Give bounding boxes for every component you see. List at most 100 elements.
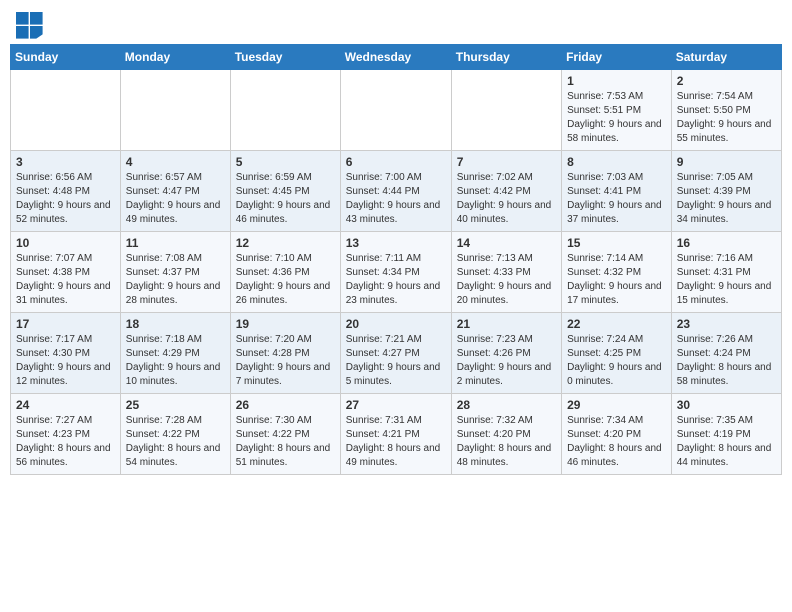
day-cell: 1Sunrise: 7:53 AM Sunset: 5:51 PM Daylig…	[562, 70, 672, 151]
day-info: Sunrise: 7:26 AM Sunset: 4:24 PM Dayligh…	[677, 333, 776, 389]
day-info: Sunrise: 7:13 AM Sunset: 4:33 PM Dayligh…	[457, 252, 556, 308]
day-cell: 26 Sunrise: 7:30 AM Sunset: 4:22 PM Dayli…	[230, 394, 340, 475]
day-info: Sunrise: 7:07 AM Sunset: 4:38 PM Dayligh…	[16, 252, 115, 308]
day-cell: 27 Sunrise: 7:31 AM Sunset: 4:21 PM Dayli…	[340, 394, 451, 475]
day-cell: 9 Sunrise: 7:05 AM Sunset: 4:39 PM Daylig…	[671, 151, 781, 232]
day-cell: 30 Sunrise: 7:35 AM Sunset: 4:19 PM Dayli…	[671, 394, 781, 475]
week-row-1: 1Sunrise: 7:53 AM Sunset: 5:51 PM Daylig…	[11, 70, 782, 151]
day-cell: 17 Sunrise: 7:17 AM Sunset: 4:30 PM Dayli…	[11, 313, 121, 394]
header-row: SundayMondayTuesdayWednesdayThursdayFrid…	[11, 45, 782, 70]
day-info: Sunrise: 7:20 AM Sunset: 4:28 PM Dayligh…	[236, 333, 335, 389]
day-number: 26	[236, 398, 335, 412]
day-cell: 15 Sunrise: 7:14 AM Sunset: 4:32 PM Dayli…	[562, 232, 672, 313]
day-info: Sunrise: 7:31 AM Sunset: 4:21 PM Dayligh…	[346, 414, 446, 470]
day-number: 14	[457, 236, 556, 250]
day-info: Sunrise: 7:17 AM Sunset: 4:30 PM Dayligh…	[16, 333, 115, 389]
day-cell: 28Sunrise: 7:32 AM Sunset: 4:20 PM Dayli…	[451, 394, 561, 475]
day-number: 24	[16, 398, 115, 412]
day-info: Sunrise: 7:02 AM Sunset: 4:42 PM Dayligh…	[457, 171, 556, 227]
day-number: 7	[457, 155, 556, 169]
day-cell: 7 Sunrise: 7:02 AM Sunset: 4:42 PM Daylig…	[451, 151, 561, 232]
day-number: 27	[346, 398, 446, 412]
day-cell: 23 Sunrise: 7:26 AM Sunset: 4:24 PM Dayli…	[671, 313, 781, 394]
day-header-saturday: Saturday	[671, 45, 781, 70]
day-info: Sunrise: 7:23 AM Sunset: 4:26 PM Dayligh…	[457, 333, 556, 389]
logo	[16, 12, 48, 40]
day-number: 3	[16, 155, 115, 169]
day-number: 25	[126, 398, 225, 412]
day-info: Sunrise: 6:56 AM Sunset: 4:48 PM Dayligh…	[16, 171, 115, 227]
day-cell: 12Sunrise: 7:10 AM Sunset: 4:36 PM Dayli…	[230, 232, 340, 313]
day-info: Sunrise: 7:08 AM Sunset: 4:37 PM Dayligh…	[126, 252, 225, 308]
day-number: 28	[457, 398, 556, 412]
day-number: 11	[126, 236, 225, 250]
day-number: 30	[677, 398, 776, 412]
day-info: Sunrise: 7:18 AM Sunset: 4:29 PM Dayligh…	[126, 333, 225, 389]
day-header-thursday: Thursday	[451, 45, 561, 70]
day-number: 23	[677, 317, 776, 331]
day-info: Sunrise: 6:59 AM Sunset: 4:45 PM Dayligh…	[236, 171, 335, 227]
calendar-table: SundayMondayTuesdayWednesdayThursdayFrid…	[10, 44, 782, 475]
day-header-wednesday: Wednesday	[340, 45, 451, 70]
day-cell: 11 Sunrise: 7:08 AM Sunset: 4:37 PM Dayli…	[120, 232, 230, 313]
day-number: 17	[16, 317, 115, 331]
day-info: Sunrise: 7:00 AM Sunset: 4:44 PM Dayligh…	[346, 171, 446, 227]
day-number: 4	[126, 155, 225, 169]
day-cell: 25 Sunrise: 7:28 AM Sunset: 4:22 PM Dayli…	[120, 394, 230, 475]
day-info: Sunrise: 7:03 AM Sunset: 4:41 PM Dayligh…	[567, 171, 666, 227]
day-cell: 20 Sunrise: 7:21 AM Sunset: 4:27 PM Dayli…	[340, 313, 451, 394]
week-row-4: 17 Sunrise: 7:17 AM Sunset: 4:30 PM Dayli…	[11, 313, 782, 394]
day-info: Sunrise: 7:05 AM Sunset: 4:39 PM Dayligh…	[677, 171, 776, 227]
day-cell	[230, 70, 340, 151]
day-number: 21	[457, 317, 556, 331]
day-header-monday: Monday	[120, 45, 230, 70]
day-cell: 4 Sunrise: 6:57 AM Sunset: 4:47 PM Daylig…	[120, 151, 230, 232]
day-cell: 2 Sunrise: 7:54 AM Sunset: 5:50 PM Daylig…	[671, 70, 781, 151]
day-number: 16	[677, 236, 776, 250]
day-number: 29	[567, 398, 666, 412]
day-number: 18	[126, 317, 225, 331]
day-cell: 18 Sunrise: 7:18 AM Sunset: 4:29 PM Dayli…	[120, 313, 230, 394]
day-cell: 21 Sunrise: 7:23 AM Sunset: 4:26 PM Dayli…	[451, 313, 561, 394]
week-row-5: 24 Sunrise: 7:27 AM Sunset: 4:23 PM Dayli…	[11, 394, 782, 475]
logo-icon	[16, 12, 44, 40]
day-number: 13	[346, 236, 446, 250]
day-number: 22	[567, 317, 666, 331]
day-cell: 10 Sunrise: 7:07 AM Sunset: 4:38 PM Dayli…	[11, 232, 121, 313]
day-cell: 13Sunrise: 7:11 AM Sunset: 4:34 PM Dayli…	[340, 232, 451, 313]
day-number: 9	[677, 155, 776, 169]
day-number: 12	[236, 236, 335, 250]
day-number: 2	[677, 74, 776, 88]
day-cell: 29 Sunrise: 7:34 AM Sunset: 4:20 PM Dayli…	[562, 394, 672, 475]
day-info: Sunrise: 6:57 AM Sunset: 4:47 PM Dayligh…	[126, 171, 225, 227]
day-info: Sunrise: 7:21 AM Sunset: 4:27 PM Dayligh…	[346, 333, 446, 389]
day-info: Sunrise: 7:27 AM Sunset: 4:23 PM Dayligh…	[16, 414, 115, 470]
day-info: Sunrise: 7:30 AM Sunset: 4:22 PM Dayligh…	[236, 414, 335, 470]
day-number: 20	[346, 317, 446, 331]
day-number: 15	[567, 236, 666, 250]
day-info: Sunrise: 7:34 AM Sunset: 4:20 PM Dayligh…	[567, 414, 666, 470]
day-info: Sunrise: 7:28 AM Sunset: 4:22 PM Dayligh…	[126, 414, 225, 470]
day-number: 5	[236, 155, 335, 169]
day-cell: 8 Sunrise: 7:03 AM Sunset: 4:41 PM Daylig…	[562, 151, 672, 232]
day-number: 8	[567, 155, 666, 169]
day-info: Sunrise: 7:35 AM Sunset: 4:19 PM Dayligh…	[677, 414, 776, 470]
day-cell: 22Sunrise: 7:24 AM Sunset: 4:25 PM Dayli…	[562, 313, 672, 394]
day-number: 19	[236, 317, 335, 331]
day-info: Sunrise: 7:54 AM Sunset: 5:50 PM Dayligh…	[677, 90, 776, 146]
day-header-tuesday: Tuesday	[230, 45, 340, 70]
day-cell: 24 Sunrise: 7:27 AM Sunset: 4:23 PM Dayli…	[11, 394, 121, 475]
day-cell	[11, 70, 121, 151]
day-info: Sunrise: 7:14 AM Sunset: 4:32 PM Dayligh…	[567, 252, 666, 308]
day-cell: 3 Sunrise: 6:56 AM Sunset: 4:48 PM Daylig…	[11, 151, 121, 232]
day-info: Sunrise: 7:16 AM Sunset: 4:31 PM Dayligh…	[677, 252, 776, 308]
day-header-friday: Friday	[562, 45, 672, 70]
day-cell: 14 Sunrise: 7:13 AM Sunset: 4:33 PM Dayli…	[451, 232, 561, 313]
day-number: 10	[16, 236, 115, 250]
day-cell: 16 Sunrise: 7:16 AM Sunset: 4:31 PM Dayli…	[671, 232, 781, 313]
day-number: 1	[567, 74, 666, 88]
day-cell: 19 Sunrise: 7:20 AM Sunset: 4:28 PM Dayli…	[230, 313, 340, 394]
day-number: 6	[346, 155, 446, 169]
day-cell: 6 Sunrise: 7:00 AM Sunset: 4:44 PM Daylig…	[340, 151, 451, 232]
day-cell	[340, 70, 451, 151]
